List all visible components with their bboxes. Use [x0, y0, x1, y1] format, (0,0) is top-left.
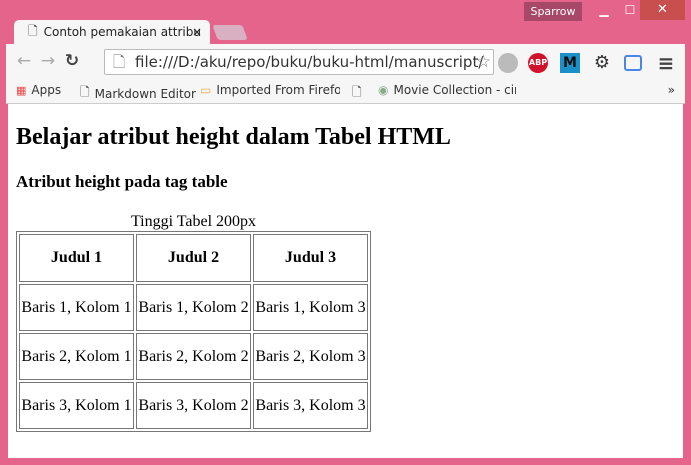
bookmark-label: Imported From Firefox	[216, 83, 340, 97]
tab-title: Contoh pemakaian attribu	[43, 25, 201, 39]
page-content: Belajar atribut height dalam Tabel HTML …	[8, 104, 683, 458]
table-cell: Baris 1, Kolom 1	[19, 284, 134, 331]
page-icon: 🗋	[80, 85, 90, 99]
minimize-button[interactable]: ▁	[590, 0, 618, 20]
table-cell: Baris 1, Kolom 2	[136, 284, 251, 331]
close-window-button[interactable]: ✕	[640, 0, 685, 20]
table-cell: Baris 3, Kolom 1	[19, 382, 134, 429]
table-row: Baris 2, Kolom 1 Baris 2, Kolom 2 Baris …	[19, 333, 368, 380]
url-text: file:///D:/aku/repo/buku/buku-html/manus…	[135, 53, 484, 71]
bookmark-label: Markdown Editor	[94, 86, 196, 101]
page-icon: 🗋	[352, 85, 362, 99]
bookmarks-bar: ▦ Apps 🗋 Markdown Editor ▭ Imported From Fi…	[6, 78, 685, 104]
movie-icon: ◉	[378, 83, 389, 97]
adblock-icon[interactable]: ABP	[528, 53, 548, 73]
bookmark-label: Movie Collection - cin	[393, 83, 516, 97]
bookmark-imported-from-firefox[interactable]: ▭ Imported From Firefox	[200, 83, 340, 97]
new-tab-button[interactable]	[212, 25, 248, 40]
bookmarks-more-button[interactable]: »	[668, 83, 675, 97]
table-caption: Tinggi Tabel 200px	[130, 213, 257, 230]
header-cell: Judul 2	[136, 234, 251, 282]
table-header-row: Judul 1 Judul 2 Judul 3	[19, 234, 368, 282]
extension-icon[interactable]	[498, 53, 518, 73]
reload-button[interactable]: ↻	[60, 51, 84, 71]
gear-icon[interactable]: ⚙	[592, 53, 612, 73]
page-heading: Belajar atribut height dalam Tabel HTML	[16, 124, 451, 150]
menu-icon[interactable]: ≡	[656, 53, 676, 73]
table-cell: Baris 2, Kolom 2	[136, 333, 251, 380]
table-cell: Baris 3, Kolom 2	[136, 382, 251, 429]
bookmark-star-icon[interactable]: ☆	[476, 50, 491, 74]
forward-button[interactable]: →	[36, 51, 60, 71]
folder-icon: ▭	[200, 83, 212, 97]
tab-close-button[interactable]: ×	[192, 25, 202, 39]
section-heading: Atribut height pada tag table	[16, 172, 228, 191]
toolbar: ← → ↻ 🗋 file:///D:/aku/repo/buku/buku-ht…	[6, 44, 685, 78]
table-cell: Baris 2, Kolom 1	[19, 333, 134, 380]
address-bar[interactable]: 🗋 file:///D:/aku/repo/buku/buku-html/man…	[104, 49, 494, 75]
apps-grid-icon: ▦	[16, 83, 27, 97]
m-extension-icon[interactable]: M	[560, 53, 580, 73]
table-cell: Baris 3, Kolom 3	[253, 382, 368, 429]
bookmark-markdown-editor[interactable]: 🗋 Markdown Editor	[80, 83, 196, 104]
tab-active[interactable]: 🗋 Contoh pemakaian attribu ×	[14, 20, 210, 44]
table-cell: Baris 2, Kolom 3	[253, 333, 368, 380]
extension-box-icon[interactable]	[624, 55, 642, 71]
back-button[interactable]: ←	[12, 51, 36, 71]
profile-button[interactable]: Sparrow	[524, 2, 582, 21]
table-cell: Baris 1, Kolom 3	[253, 284, 368, 331]
header-cell: Judul 3	[253, 234, 368, 282]
bookmark-movie-collection[interactable]: ◉ Movie Collection - cin	[378, 83, 516, 97]
header-cell: Judul 1	[19, 234, 134, 282]
bookmark-label: Apps	[31, 83, 62, 97]
page-icon: 🗋	[113, 53, 126, 71]
bookmark-page[interactable]: 🗋	[352, 83, 367, 104]
bookmark-apps[interactable]: ▦ Apps	[16, 83, 61, 97]
table-row: Baris 1, Kolom 1 Baris 1, Kolom 2 Baris …	[19, 284, 368, 331]
page-icon: 🗋	[28, 23, 38, 38]
data-table: Tinggi Tabel 200px Judul 1 Judul 2 Judul…	[16, 213, 371, 432]
table-row: Baris 3, Kolom 1 Baris 3, Kolom 2 Baris …	[19, 382, 368, 429]
